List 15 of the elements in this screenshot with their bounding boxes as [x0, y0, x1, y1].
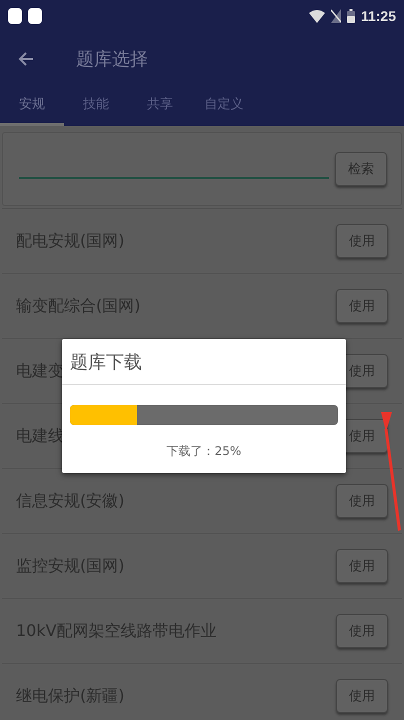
screen-title: 题库选择	[76, 48, 148, 70]
tab[interactable]: 安规	[0, 85, 64, 126]
back-arrow-icon[interactable]	[18, 52, 34, 66]
tab[interactable]: 共享	[128, 85, 192, 126]
tab[interactable]: 自定义	[192, 85, 256, 126]
download-status: 下载了：25%	[166, 443, 242, 460]
notification-icon	[8, 8, 22, 24]
tab[interactable]: 技能	[64, 85, 128, 126]
clock-time: 11:25	[360, 8, 396, 24]
annotation-arrow-icon	[379, 412, 403, 532]
notification-icon	[28, 8, 42, 24]
battery-icon	[346, 9, 355, 23]
no-signal-icon	[330, 9, 341, 23]
dialog-title: 题库下载	[62, 339, 346, 385]
wifi-icon	[308, 10, 325, 22]
